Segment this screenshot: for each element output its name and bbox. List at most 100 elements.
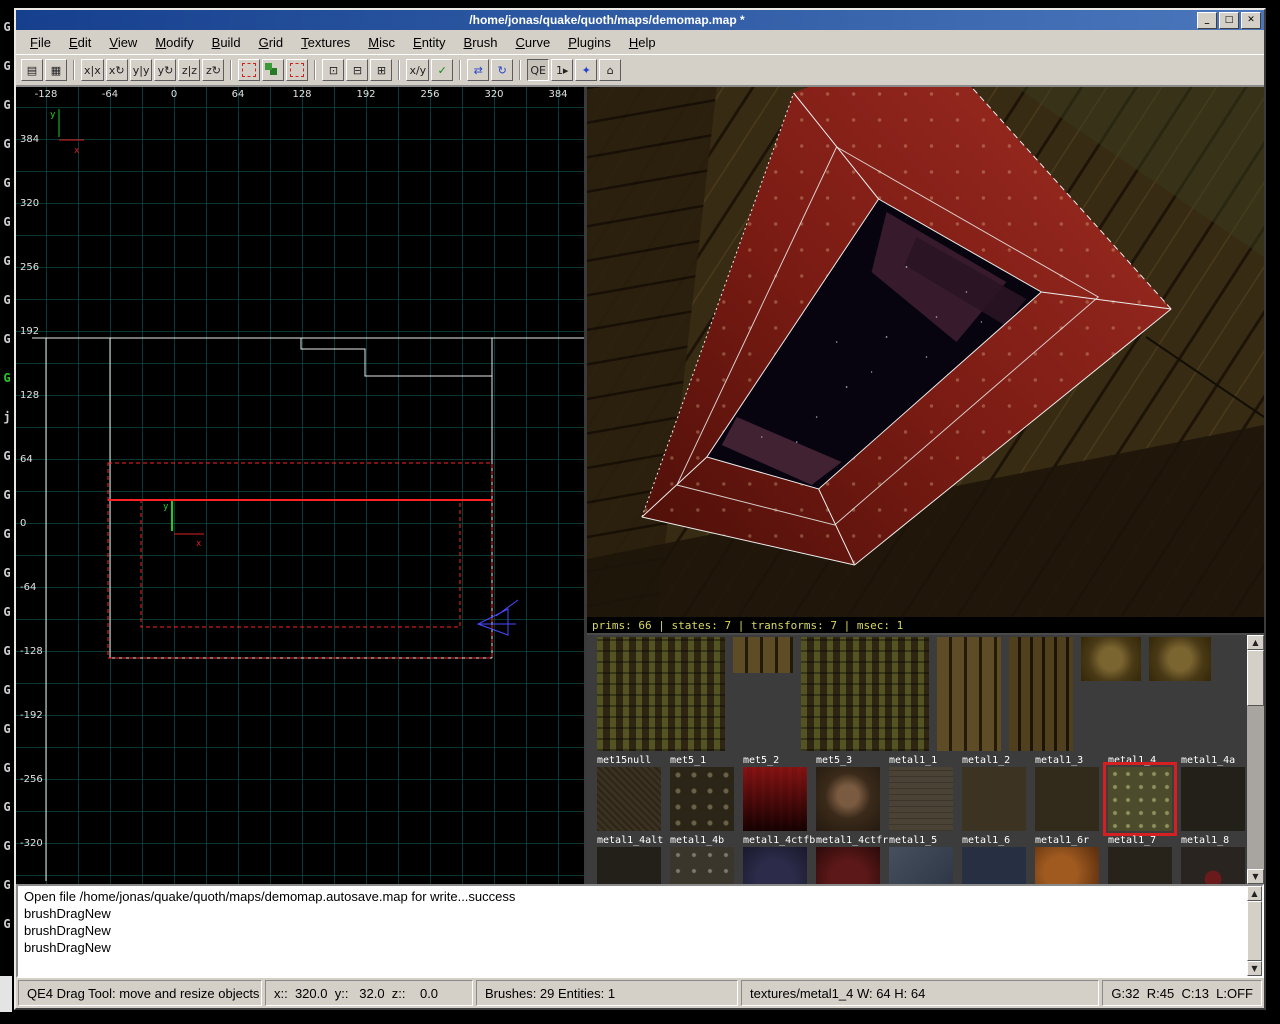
texture-tile[interactable]	[1108, 847, 1172, 884]
menu-item[interactable]: Brush	[456, 33, 506, 52]
menu-item[interactable]: View	[101, 33, 145, 52]
menu-item[interactable]: File	[22, 33, 59, 52]
scroll-down-icon[interactable]: ▼	[1247, 961, 1262, 976]
texture-entry[interactable]: metal1_4a	[1181, 755, 1245, 831]
texture-entry[interactable]: metal1_7	[1108, 835, 1172, 884]
scroll-up-icon[interactable]: ▲	[1247, 635, 1264, 650]
console-log[interactable]: ▲ ▼ Open file /home/jonas/quake/quoth/ma…	[16, 884, 1264, 978]
menu-item[interactable]: Grid	[251, 33, 292, 52]
separator[interactable]	[230, 60, 232, 80]
csg-subtract-button[interactable]: ⊟	[346, 59, 368, 81]
find-texture-button[interactable]: ✦	[575, 59, 597, 81]
texture-tile[interactable]	[962, 767, 1026, 831]
texture-entry[interactable]: met5_3	[816, 755, 880, 831]
minimize-button[interactable]: _	[1197, 12, 1217, 29]
texture-scrollbar[interactable]: ▲ ▼	[1247, 635, 1264, 884]
separator[interactable]	[73, 60, 75, 80]
selection-wireframe[interactable]	[108, 463, 492, 658]
change-views-button[interactable]: x/y	[406, 59, 429, 81]
texture-tile[interactable]	[962, 847, 1026, 884]
texture-entry[interactable]: metal1_8	[1181, 835, 1245, 884]
preferences-button[interactable]: ⌂	[599, 59, 621, 81]
texture-tile[interactable]	[1149, 637, 1211, 681]
entity-inspector-button[interactable]: 1▸	[551, 59, 573, 81]
texture-entry[interactable]: metal1_3	[1035, 755, 1099, 831]
menu-item[interactable]: Curve	[508, 33, 559, 52]
select-inside-button[interactable]	[286, 59, 308, 81]
texture-tile[interactable]	[1035, 767, 1099, 831]
menu-item[interactable]: Help	[621, 33, 664, 52]
scroll-up-icon[interactable]: ▲	[1247, 886, 1262, 901]
flip-y-button[interactable]: y|y	[130, 59, 153, 81]
texture-tile[interactable]	[937, 637, 1001, 751]
menu-item[interactable]: Edit	[61, 33, 99, 52]
texture-tile[interactable]	[743, 847, 807, 884]
clone-selection-button[interactable]	[262, 59, 284, 81]
qe4-mode-button[interactable]: QE	[527, 59, 549, 81]
scroll-thumb[interactable]	[1247, 650, 1264, 706]
texture-tile[interactable]	[743, 767, 807, 831]
texture-tile[interactable]	[733, 637, 793, 673]
separator[interactable]	[459, 60, 461, 80]
texture-entry[interactable]: metal1_4ctfr	[816, 835, 880, 884]
rotate-x-button[interactable]: x↻	[106, 59, 128, 81]
texture-tile[interactable]	[1035, 847, 1099, 884]
separator[interactable]	[398, 60, 400, 80]
texture-tile[interactable]	[1009, 637, 1073, 751]
rotate-y-button[interactable]: y↻	[154, 59, 176, 81]
maximize-button[interactable]: □	[1219, 12, 1239, 29]
texture-tile[interactable]	[1181, 847, 1245, 884]
open-button[interactable]: ▤	[21, 59, 43, 81]
flip-x-button[interactable]: x|x	[81, 59, 104, 81]
view-3d-camera[interactable]: prims: 66 | states: 7 | transforms: 7 | …	[587, 87, 1264, 635]
texture-entry[interactable]: metal1_6	[962, 835, 1026, 884]
texture-entry[interactable]: met5_1	[670, 755, 734, 831]
menu-item[interactable]: Modify	[147, 33, 201, 52]
texture-tile[interactable]	[1181, 767, 1245, 831]
texture-tile[interactable]	[597, 847, 661, 884]
menu-item[interactable]: Build	[204, 33, 249, 52]
texture-entry[interactable]: metal1_4ctfb	[743, 835, 807, 884]
texture-entry[interactable]: metal1_5	[889, 835, 953, 884]
menu-item[interactable]: Textures	[293, 33, 358, 52]
scroll-thumb[interactable]	[1247, 901, 1262, 961]
texture-entry[interactable]: metal1_2	[962, 755, 1026, 831]
texture-tile[interactable]	[670, 767, 734, 831]
texture-entry[interactable]: metal1_4	[1108, 755, 1172, 831]
view-2d-xy[interactable]: -128-64064128192256320384 38432025619212…	[16, 87, 587, 884]
texture-tile[interactable]	[816, 767, 880, 831]
texture-entry[interactable]: met15null	[597, 755, 661, 831]
menu-item[interactable]: Misc	[360, 33, 403, 52]
texture-tile[interactable]	[597, 767, 661, 831]
texture-tile[interactable]	[597, 637, 725, 751]
select-touching-button[interactable]	[238, 59, 260, 81]
menu-item[interactable]: Entity	[405, 33, 454, 52]
texture-entry[interactable]: metal1_6r	[1035, 835, 1099, 884]
texture-entry[interactable]: metal1_1	[889, 755, 953, 831]
titlebar[interactable]: /home/jonas/quake/quoth/maps/demomap.map…	[16, 10, 1264, 30]
separator[interactable]	[314, 60, 316, 80]
texture-entry[interactable]: met5_2	[743, 755, 807, 831]
cubic-clip-button[interactable]: ⇄	[467, 59, 489, 81]
rotate-z-button[interactable]: z↻	[202, 59, 224, 81]
texture-entry[interactable]: metal1_4b	[670, 835, 734, 884]
texture-tile[interactable]	[1081, 637, 1141, 681]
flip-z-button[interactable]: z|z	[178, 59, 200, 81]
texture-tile[interactable]	[816, 847, 880, 884]
texture-lock-button[interactable]: ✓	[431, 59, 453, 81]
menu-item[interactable]: Plugins	[560, 33, 619, 52]
separator[interactable]	[519, 60, 521, 80]
csg-hollow-button[interactable]: ⊡	[322, 59, 344, 81]
csg-merge-button[interactable]: ⊞	[370, 59, 392, 81]
texture-tile[interactable]	[1108, 767, 1172, 831]
scroll-down-icon[interactable]: ▼	[1247, 869, 1264, 884]
texture-browser[interactable]: met15null met5_1 met5_2	[587, 635, 1264, 884]
close-button[interactable]: ✕	[1241, 12, 1261, 29]
texture-tile[interactable]	[801, 637, 929, 751]
texture-tile[interactable]	[889, 767, 953, 831]
texture-tile[interactable]	[670, 847, 734, 884]
console-scrollbar[interactable]: ▲ ▼	[1247, 886, 1262, 976]
save-button[interactable]: ▦	[45, 59, 67, 81]
refresh-view-button[interactable]: ↻	[491, 59, 513, 81]
texture-entry[interactable]: metal1_4alt	[597, 835, 661, 884]
